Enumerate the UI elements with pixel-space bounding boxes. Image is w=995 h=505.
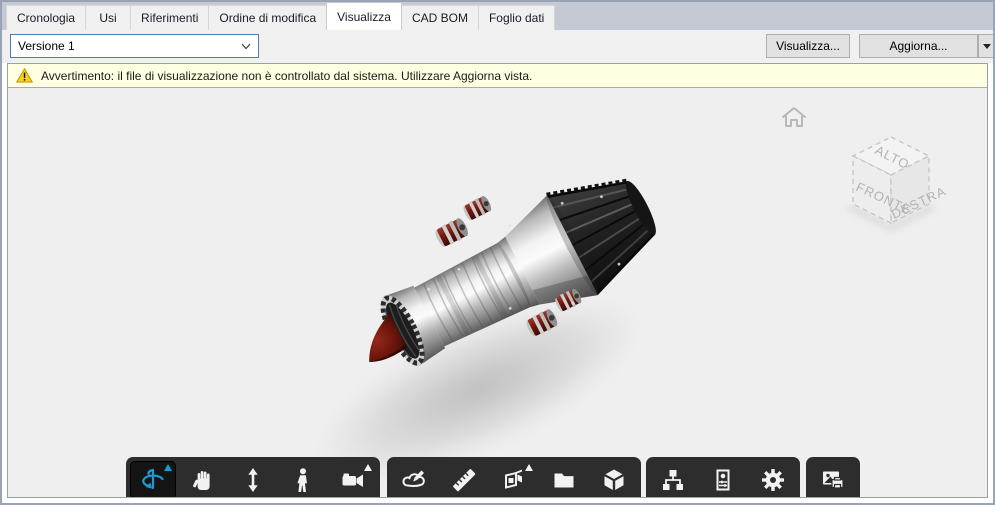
aggiorna-dropdown-button[interactable] [978,34,993,58]
tab-foglio-dati[interactable]: Foglio dati [477,5,556,30]
model-cube-icon [604,469,624,490]
flyout-arrow-icon [164,464,172,471]
toolbar-row: Versione 1 Visualizza... Aggiorna... [2,30,993,63]
snapshot-print-icon [823,471,844,489]
tab-ordine-di-modifica[interactable]: Ordine di modifica [208,5,328,30]
version-dropdown[interactable]: Versione 1 [10,34,259,58]
folder-icon [554,473,574,488]
tab-strip: Cronologia Usi Riferimenti Ordine di mod… [2,2,993,30]
structure-tree-button[interactable] [650,461,696,497]
content-panel: Avvertimento: il file di visualizzazione… [7,63,988,498]
section-cut-icon [505,469,523,489]
measure-ruler-icon [453,469,476,492]
pan-hand-icon [193,471,210,490]
toolbar-group-output [806,457,860,497]
camera-icon [342,473,363,487]
toolbar-group-tools [387,457,641,497]
flyout-arrow-icon [364,464,372,471]
snapshot-print-button[interactable] [810,461,856,497]
settings-button[interactable] [750,461,796,497]
chevron-down-icon [241,43,251,50]
model-views-button[interactable] [591,461,637,497]
walk-person-icon [297,468,307,492]
warning-bar: Avvertimento: il file di visualizzazione… [8,64,987,88]
markup-cloud-pencil-icon [402,470,425,488]
section-button[interactable] [491,461,537,497]
app-window: Cronologia Usi Riferimenti Ordine di mod… [0,0,995,505]
orbit-button[interactable] [130,461,176,497]
view-cube[interactable]: ALTO FRONTE DESTRA [836,127,948,241]
flyout-arrow-icon [525,464,533,471]
structure-tree-icon [663,470,683,490]
tab-cad-bom[interactable]: CAD BOM [400,5,479,30]
home-view-icon[interactable] [780,105,808,129]
zoom-arrows-icon [248,468,258,492]
viewer-canvas[interactable]: ALTO FRONTE DESTRA [8,89,987,497]
warning-icon [16,68,33,83]
zoom-button[interactable] [230,461,276,497]
settings-gear-icon [762,469,784,491]
aggiorna-button[interactable]: Aggiorna... [859,34,978,58]
measure-button[interactable] [441,461,487,497]
tab-cronologia[interactable]: Cronologia [6,5,87,30]
markup-button[interactable] [391,461,437,497]
dropdown-arrow-icon [982,43,991,49]
tab-usi[interactable]: Usi [85,5,132,30]
toolbar-group-navigation [126,457,380,497]
display-panel-button[interactable] [700,461,746,497]
version-dropdown-value: Versione 1 [18,39,75,53]
walk-button[interactable] [280,461,326,497]
open-file-button[interactable] [541,461,587,497]
camera-button[interactable] [330,461,376,497]
warning-text: Avvertimento: il file di visualizzazione… [41,68,533,83]
tab-visualizza[interactable]: Visualizza [326,2,402,30]
orbit-icon [142,468,164,490]
pan-button[interactable] [180,461,226,497]
toolbar-group-display [646,457,800,497]
tab-riferimenti[interactable]: Riferimenti [130,5,210,30]
display-panel-icon [716,469,730,491]
visualizza-button[interactable]: Visualizza... [766,34,850,58]
